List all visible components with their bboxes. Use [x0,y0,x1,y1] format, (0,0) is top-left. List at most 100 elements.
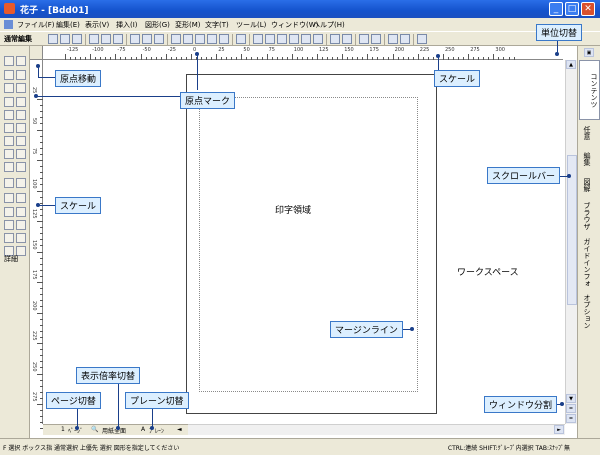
rectangle-tool-icon[interactable] [4,123,14,133]
split-top-icon[interactable]: = [566,404,576,413]
pointer-tool-icon[interactable] [4,70,14,80]
select-mode-icon[interactable] [48,34,58,44]
cut-icon[interactable] [253,34,263,44]
image-tool-icon[interactable] [4,207,14,217]
detail-button[interactable]: 詳細 [4,254,18,264]
split-bottom-icon[interactable]: = [566,414,576,423]
horizontal-scrollbar[interactable]: ► [188,424,565,435]
toolbar-separator [85,34,86,45]
menu-text[interactable]: 文字(T) [205,20,229,30]
pen-tool-icon[interactable] [4,149,14,159]
menu-shape[interactable]: 図形(G) [145,20,170,30]
ruler-origin-button[interactable] [30,46,43,60]
scroll-down-icon[interactable]: ▼ [566,394,576,403]
preview-icon[interactable] [219,34,229,44]
menu-help[interactable]: ヘルプ(H) [313,20,345,30]
ungroup-icon[interactable] [342,34,352,44]
menu-edit[interactable]: 編集(E) [56,20,80,30]
group-icon[interactable] [330,34,340,44]
open-folder-icon[interactable] [183,34,193,44]
zoom-level[interactable]: 用紙全面 [102,426,126,435]
menu-window[interactable]: ウィンドウ(W) [271,20,318,30]
select-tool-icon[interactable] [4,56,14,66]
table-icon[interactable] [154,34,164,44]
page[interactable]: 印字領域 [186,74,437,414]
scroll-up-icon[interactable]: ▲ [566,60,576,69]
layout-icon[interactable] [130,34,140,44]
point-tool-icon[interactable] [4,162,14,172]
mirror-tool-icon[interactable] [16,83,26,93]
shield-icon[interactable] [236,34,246,44]
ellipse-tool-icon[interactable] [4,136,14,146]
eraser-icon[interactable] [301,34,311,44]
view-full-icon[interactable] [113,34,123,44]
tab-edit[interactable]: 編集 [582,152,592,166]
close-button[interactable]: ✕ [581,2,595,16]
point-mode-icon[interactable] [72,34,82,44]
connector-tool-icon[interactable] [16,178,26,188]
multi-select-tool-icon[interactable] [16,56,26,66]
vertical-scrollbar[interactable]: ▲ ▼ = = [565,60,577,424]
polyline-tool-icon[interactable] [16,149,26,159]
zoom-icon[interactable]: 🔍 [91,426,98,433]
arrange-back-icon[interactable] [371,34,381,44]
ruler-minor-tick [251,57,253,60]
group-tool-icon[interactable] [4,220,14,230]
brush-icon[interactable] [289,34,299,44]
help-icon[interactable] [417,34,427,44]
text-tool-icon[interactable] [4,97,14,107]
shape-tool-icon[interactable] [16,162,26,172]
undo-icon[interactable] [313,34,323,44]
copy-icon[interactable] [265,34,275,44]
paste-icon[interactable] [277,34,287,44]
tab-options[interactable]: オプション [582,294,592,329]
view-single-icon[interactable] [89,34,99,44]
ruler-minor-tick [256,57,258,60]
frame-icon[interactable] [142,34,152,44]
arrange-front-icon[interactable] [359,34,369,44]
chart-tool-icon[interactable] [16,207,26,217]
frame-tool-icon[interactable] [16,220,26,230]
tab-diagram[interactable]: 図解 [582,178,592,192]
menu-insert[interactable]: 挿入(I) [116,20,138,30]
minimize-button[interactable]: _ [549,2,563,16]
dimension-tool-icon[interactable] [16,193,26,203]
menu-file[interactable]: ファイル(F) [17,20,55,30]
scroll-left-icon[interactable]: ◄ [177,426,182,433]
unit-switch-icon[interactable]: ▣ [584,48,594,57]
vertical-ruler[interactable]: 25 50 75 100 125 150 175 200 225 250 275 [30,60,43,430]
text-tool-icon[interactable] [400,34,410,44]
new-file-icon[interactable] [171,34,181,44]
save-icon[interactable] [195,34,205,44]
freehand-tool-icon[interactable] [16,123,26,133]
page-number[interactable]: 1 [61,426,65,433]
line-tool-icon[interactable] [4,110,14,120]
view-double-icon[interactable] [101,34,111,44]
edit-mode-label[interactable]: 通常編集 [4,34,32,44]
curve-tool-icon[interactable] [16,110,26,120]
menu-view[interactable]: 表示(V) [85,20,109,30]
person-tool-icon[interactable] [4,193,14,203]
horizontal-ruler[interactable]: -125 -100 -75 -50 -25 0 25 50 75 100 125 150 175 200 2… [43,46,563,60]
tab-guide-info[interactable]: ガイドインフォ [582,238,592,287]
box-mode-icon[interactable] [60,34,70,44]
paint-tool-icon[interactable] [4,233,14,243]
ruler-minor-tick [432,57,434,60]
menu-transform[interactable]: 変形(M) [175,20,201,30]
scroll-right-icon[interactable]: ► [554,425,564,434]
tab-contents[interactable]: コンテンツ [579,60,600,120]
table-tool-icon[interactable] [4,178,14,188]
plane-letter[interactable]: A [141,426,145,433]
fill-tool-icon[interactable] [16,233,26,243]
menu-bar: ファイル(F) 編集(E) 表示(V) 挿入(I) 図形(G) 変形(M) 文字… [0,18,600,31]
rotate-tool-icon[interactable] [4,83,14,93]
vertical-text-tool-icon[interactable] [16,97,26,107]
oval-tool-icon[interactable] [16,136,26,146]
menu-tools[interactable]: ツール(L) [236,20,266,30]
line-tool-icon[interactable] [388,34,398,44]
maximize-button[interactable]: □ [565,2,579,16]
node-tool-icon[interactable] [16,70,26,80]
tab-optional[interactable]: 任意 [582,126,592,140]
tab-browser[interactable]: ブラウザ [582,202,592,230]
print-icon[interactable] [207,34,217,44]
